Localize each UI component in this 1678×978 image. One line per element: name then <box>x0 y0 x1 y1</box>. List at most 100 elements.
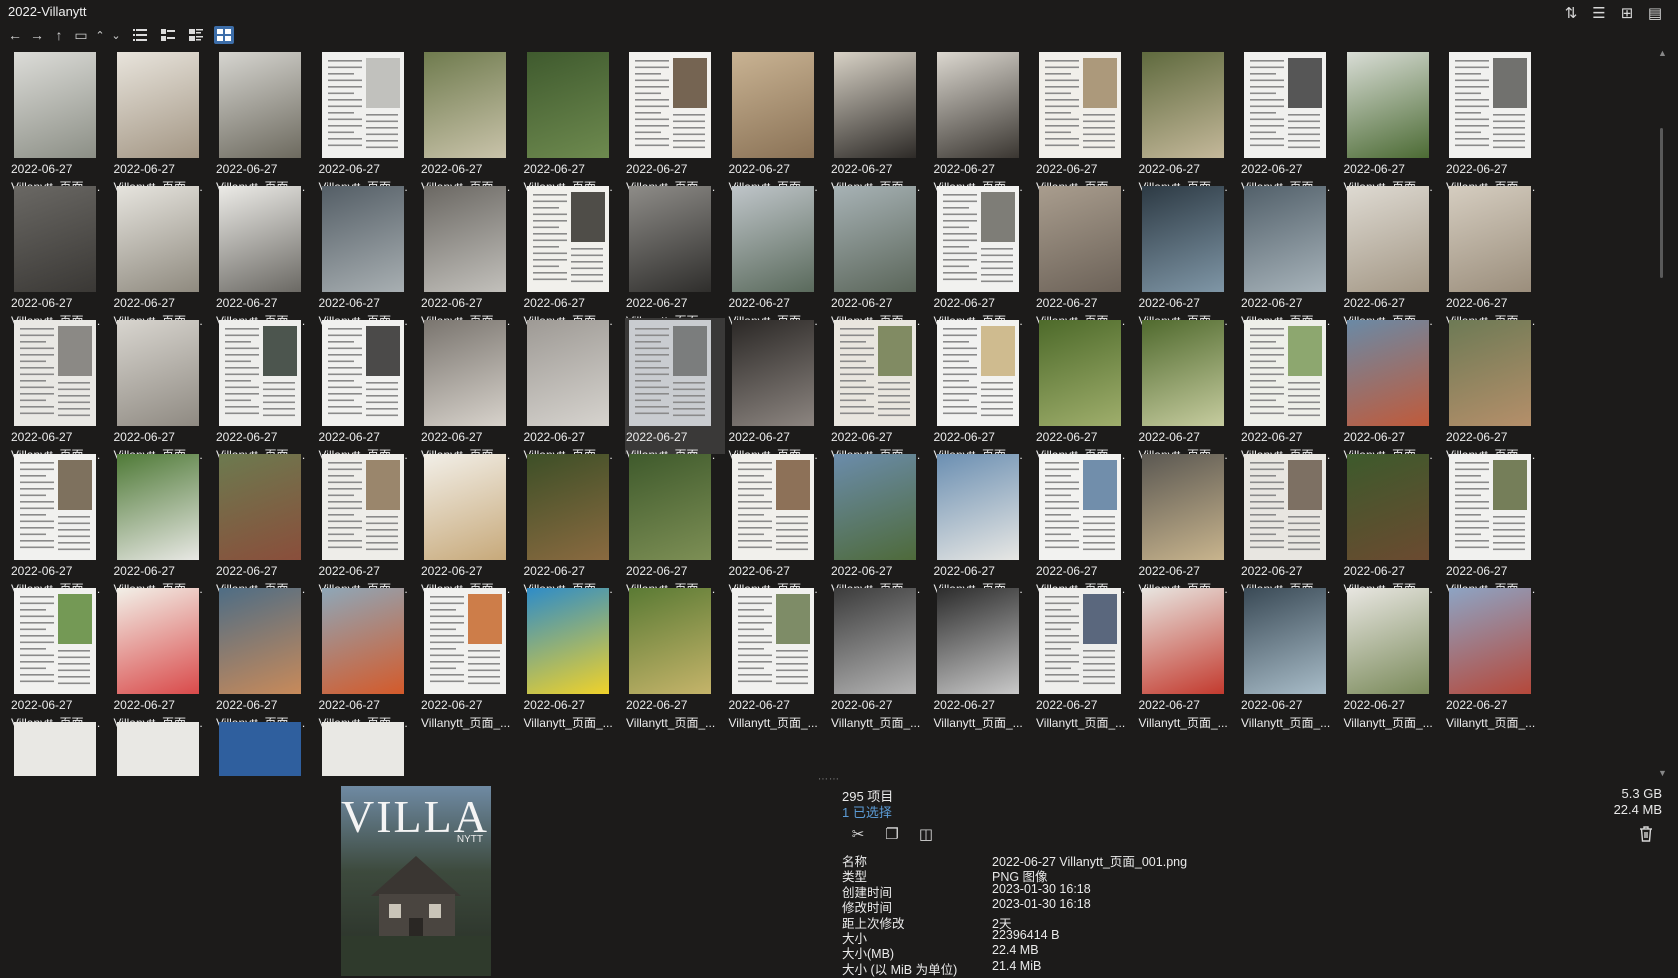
thumbnail-item[interactable]: 2022-06-27Villanytt_页面_... <box>1445 184 1545 328</box>
thumbnail-item[interactable]: 2022-06-27Villanytt_页面_... <box>113 318 213 462</box>
details-list-view-icon[interactable] <box>158 26 178 44</box>
up-arrow-icon[interactable]: ↑ <box>50 26 68 44</box>
thumbnail-item[interactable] <box>10 720 110 776</box>
thumbnail-item[interactable]: 2022-06-27Villanytt_页面_... <box>728 452 828 596</box>
thumbnail-item[interactable]: 2022-06-27Villanytt_页面_... <box>10 50 110 194</box>
thumbnail-item[interactable]: 2022-06-27Villanytt_页面_... <box>318 184 418 328</box>
thumbnail-item[interactable]: 2022-06-27Villanytt_页面_... <box>523 50 623 194</box>
thumbnail-item[interactable]: 2022-06-27Villanytt_页面_... <box>1343 184 1443 328</box>
thumbnail-item[interactable]: 2022-06-27Villanytt_页面_... <box>1343 318 1443 462</box>
thumbnail-view-icon[interactable] <box>214 26 234 44</box>
caret-up-icon[interactable]: ⌃ <box>94 26 106 44</box>
thumbnail-item[interactable]: 2022-06-27Villanytt_页面_... <box>1138 184 1238 328</box>
thumbnail-item[interactable]: 2022-06-27Villanytt_页面_... <box>830 452 930 596</box>
thumbnail-item[interactable]: 2022-06-27Villanytt_页面_... <box>1445 318 1545 462</box>
back-arrow-icon[interactable]: ← <box>6 26 24 44</box>
thumbnail-item[interactable]: 2022-06-27Villanytt_页面_... <box>215 50 315 194</box>
thumbnail-item[interactable]: 2022-06-27Villanytt_页面_... <box>420 50 520 194</box>
thumbnail-item[interactable]: 2022-06-27Villanytt_页面_... <box>1445 50 1545 194</box>
thumbnail-item[interactable]: 2022-06-27Villanytt_页面_... <box>523 452 623 596</box>
forward-arrow-icon[interactable]: → <box>28 26 46 44</box>
thumbnail-item[interactable]: 2022-06-27Villanytt_页面_... <box>215 184 315 328</box>
thumbnail-item[interactable]: 2022-06-27Villanytt_页面_... <box>420 184 520 328</box>
thumbnail-item[interactable]: 2022-06-27Villanytt_页面_... <box>10 184 110 328</box>
thumbnail-item[interactable]: 2022-06-27Villanytt_页面_... <box>1138 50 1238 194</box>
thumbnail-item[interactable]: 2022-06-27Villanytt_页面_... <box>420 318 520 462</box>
thumbnail-item[interactable]: 2022-06-27Villanytt_页面_... <box>215 452 315 596</box>
thumbnail-item[interactable]: 2022-06-27Villanytt_页面_... <box>113 50 213 194</box>
thumbnail-item[interactable]: 2022-06-27Villanytt_页面_... <box>215 318 315 462</box>
thumbnail-item[interactable]: 2022-06-27Villanytt_页面_... <box>1240 318 1340 462</box>
thumbnail-item[interactable]: 2022-06-27Villanytt_页面_... <box>1035 318 1135 462</box>
thumbnail-item[interactable]: 2022-06-27Villanytt_页面_... <box>1138 452 1238 596</box>
thumbnail-item[interactable]: 2022-06-27Villanytt_页面_... <box>523 586 623 730</box>
thumbnail-item[interactable]: 2022-06-27Villanytt_页面_... <box>830 318 930 462</box>
thumbnail-item[interactable]: 2022-06-27Villanytt_页面_... <box>933 452 1033 596</box>
thumbnail-item[interactable]: 2022-06-27Villanytt_页面_... <box>1138 586 1238 730</box>
thumbnail-item[interactable]: 2022-06-27Villanytt_页面_... <box>1445 586 1545 730</box>
caret-down-icon[interactable]: ⌄ <box>110 26 122 44</box>
thumbnail-item[interactable]: 2022-06-27Villanytt_页面_... <box>420 586 520 730</box>
thumbnail-item[interactable]: 2022-06-27Villanytt_页面_... <box>318 586 418 730</box>
thumbnail-item[interactable]: 2022-06-27Villanytt_页面_... <box>1240 184 1340 328</box>
list-view-icon[interactable] <box>130 26 150 44</box>
thumbnail-item[interactable] <box>113 720 213 776</box>
thumbnail-item[interactable]: 2022-06-27Villanytt_页面_... <box>933 50 1033 194</box>
thumbnail-item[interactable]: 2022-06-27Villanytt_页面_... <box>1343 50 1443 194</box>
thumbnail-item[interactable] <box>318 720 418 776</box>
new-window-icon[interactable]: ⊞ <box>1618 4 1636 22</box>
thumbnail-item[interactable]: 2022-06-27Villanytt_页面_... <box>113 586 213 730</box>
thumbnail-item[interactable]: 2022-06-27Villanytt_页面_... <box>830 586 930 730</box>
trash-icon[interactable] <box>1636 824 1656 844</box>
thumbnail-item[interactable]: 2022-06-27Villanytt_页面_... <box>933 586 1033 730</box>
thumbnail-item[interactable]: 2022-06-27Villanytt_页面_... <box>1035 586 1135 730</box>
thumbnail-item[interactable]: 2022-06-27Villanytt_页面_... <box>215 586 315 730</box>
thumbnail-item[interactable]: 2022-06-27Villanytt_页面_... <box>10 318 110 462</box>
cut-icon[interactable]: ✂ <box>848 824 868 844</box>
vertical-scrollbar[interactable]: ▲ ▼ <box>1658 48 1667 778</box>
thumbnail-item[interactable]: 2022-06-27Villanytt_页面_... <box>933 184 1033 328</box>
thumbnail-item[interactable]: 2022-06-27Villanytt_页面_... <box>1240 50 1340 194</box>
thumbnail-item[interactable]: 2022-06-27Villanytt_页面_... <box>728 50 828 194</box>
thumbnail-item[interactable]: 2022-06-27Villanytt_页面_... <box>625 318 725 462</box>
sort-icon[interactable]: ⇅ <box>1562 4 1580 22</box>
thumbnail-item[interactable]: 2022-06-27Villanytt_页面_... <box>1445 452 1545 596</box>
scroll-up-icon[interactable]: ▲ <box>1658 48 1667 58</box>
thumbnail-item[interactable]: 2022-06-27Villanytt_页面_... <box>523 318 623 462</box>
copy-icon[interactable]: ❐ <box>882 824 902 844</box>
thumbnail-item[interactable]: 2022-06-27Villanytt_页面_... <box>1035 184 1135 328</box>
thumbnail-item[interactable]: 2022-06-27Villanytt_页面_... <box>1343 586 1443 730</box>
clipboard-icon[interactable]: ▤ <box>1646 4 1664 22</box>
thumbnail-item[interactable]: 2022-06-27Villanytt_页面_... <box>625 184 725 328</box>
thumbnail-item[interactable]: 2022-06-27Villanytt_页面_... <box>1343 452 1443 596</box>
thumbnail-item[interactable]: 2022-06-27Villanytt_页面_... <box>728 586 828 730</box>
thumbnail-item[interactable]: 2022-06-27Villanytt_页面_... <box>318 50 418 194</box>
tiles-view-icon[interactable] <box>186 26 206 44</box>
compare-icon[interactable]: ◫ <box>916 824 936 844</box>
folder-icon[interactable]: ▭ <box>72 26 90 44</box>
thumbnail-item[interactable]: 2022-06-27Villanytt_页面_... <box>625 586 725 730</box>
thumbnail-item[interactable]: 2022-06-27Villanytt_页面_... <box>1240 586 1340 730</box>
thumbnail-item[interactable]: 2022-06-27Villanytt_页面_... <box>10 586 110 730</box>
splitter-grip-icon[interactable]: ⋯⋯ <box>818 774 840 785</box>
thumbnail-item[interactable]: 2022-06-27Villanytt_页面_... <box>420 452 520 596</box>
thumbnail-item[interactable]: 2022-06-27Villanytt_页面_... <box>113 184 213 328</box>
thumbnail-item[interactable]: 2022-06-27Villanytt_页面_... <box>625 50 725 194</box>
thumbnail-item[interactable]: 2022-06-27Villanytt_页面_... <box>1035 50 1135 194</box>
thumbnail-item[interactable] <box>215 720 315 776</box>
thumbnail-item[interactable]: 2022-06-27Villanytt_页面_... <box>728 318 828 462</box>
scroll-thumb[interactable] <box>1660 128 1663 278</box>
thumbnail-item[interactable]: 2022-06-27Villanytt_页面_... <box>933 318 1033 462</box>
thumbnail-item[interactable]: 2022-06-27Villanytt_页面_... <box>10 452 110 596</box>
thumbnail-item[interactable]: 2022-06-27Villanytt_页面_... <box>1035 452 1135 596</box>
thumbnail-item[interactable]: 2022-06-27Villanytt_页面_... <box>318 452 418 596</box>
thumbnail-item[interactable]: 2022-06-27Villanytt_页面_... <box>625 452 725 596</box>
thumbnail-item[interactable]: 2022-06-27Villanytt_页面_... <box>523 184 623 328</box>
thumbnail-item[interactable]: 2022-06-27Villanytt_页面_... <box>1138 318 1238 462</box>
thumbnail-item[interactable]: 2022-06-27Villanytt_页面_... <box>728 184 828 328</box>
thumbnail-item[interactable]: 2022-06-27Villanytt_页面_... <box>1240 452 1340 596</box>
thumbnail-item[interactable]: 2022-06-27Villanytt_页面_... <box>113 452 213 596</box>
details-view-icon[interactable]: ☰ <box>1590 4 1608 22</box>
thumbnail-item[interactable]: 2022-06-27Villanytt_页面_... <box>830 50 930 194</box>
thumbnail-item[interactable]: 2022-06-27Villanytt_页面_... <box>318 318 418 462</box>
